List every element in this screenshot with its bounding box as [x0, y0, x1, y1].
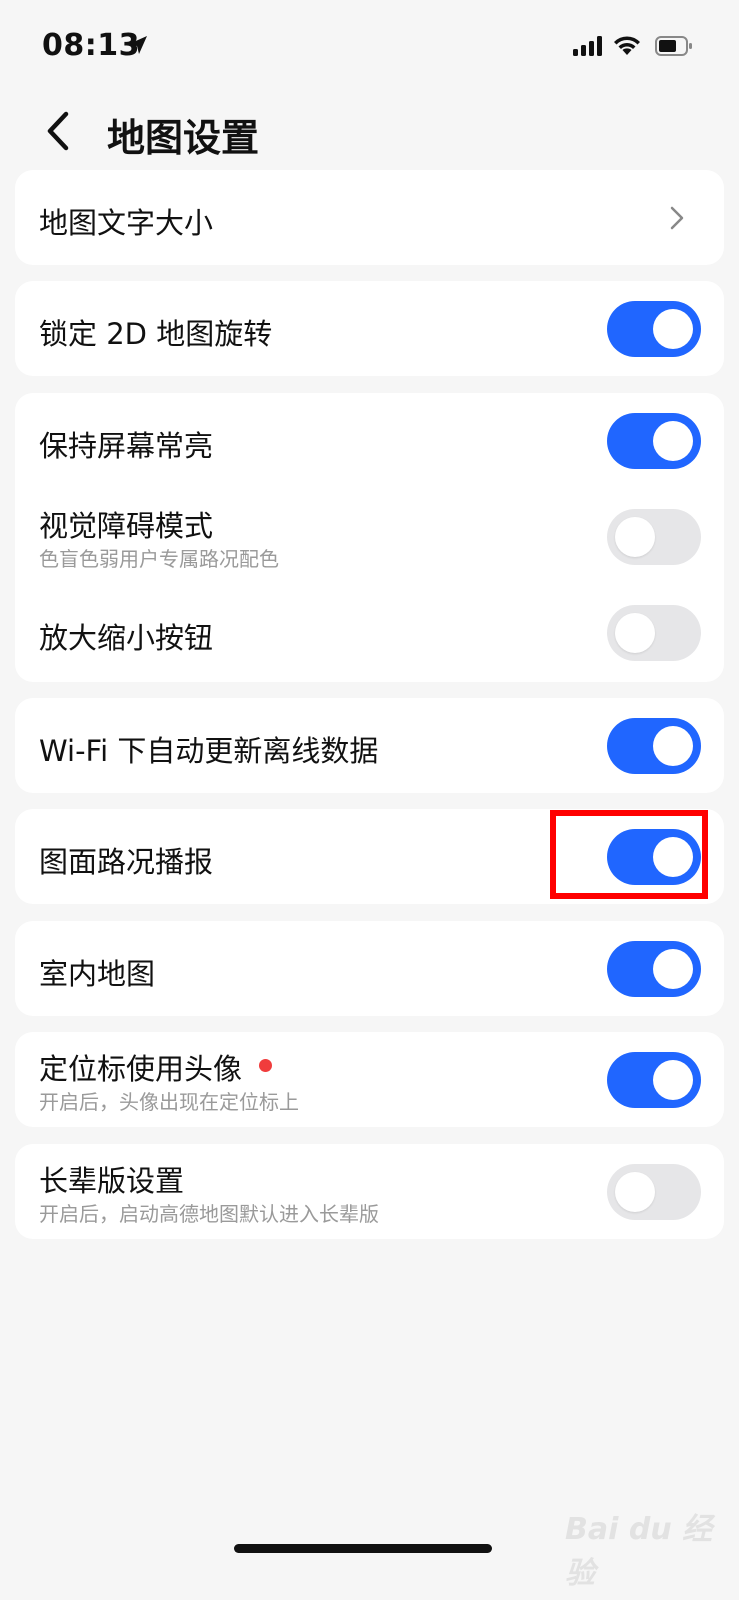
- row-indoor-map: 室内地图: [15, 921, 724, 1016]
- row-label: 室内地图: [39, 957, 156, 991]
- row-label: 放大缩小按钮: [39, 621, 214, 655]
- card-display-options: 保持屏幕常亮 视觉障碍模式 色盲色弱用户专属路况配色 放大缩小按钮: [15, 393, 724, 682]
- row-wifi-update: Wi-Fi 下自动更新离线数据: [15, 698, 724, 793]
- status-bar: 08:13: [0, 0, 739, 92]
- toggle-knob: [653, 1060, 693, 1100]
- row-label: 保持屏幕常亮: [39, 429, 214, 463]
- row-label: 定位标使用头像: [39, 1052, 243, 1086]
- toggle-knob: [653, 726, 693, 766]
- highlight-box: [550, 810, 708, 899]
- wifi-update-toggle[interactable]: [607, 718, 701, 774]
- toggle-knob: [615, 613, 655, 653]
- keep-screen-on-toggle[interactable]: [607, 413, 701, 469]
- row-subtitle: 开启后，头像出现在定位标上: [39, 1090, 299, 1114]
- row-elder-mode: 长辈版设置 开启后，启动高德地图默认进入长辈版: [15, 1144, 724, 1239]
- indoor-map-toggle[interactable]: [607, 941, 701, 997]
- card-elder-mode: 长辈版设置 开启后，启动高德地图默认进入长辈版: [15, 1144, 724, 1239]
- row-label: 长辈版设置: [39, 1164, 185, 1198]
- toggle-knob: [653, 309, 693, 349]
- page-title: 地图设置: [107, 116, 260, 160]
- home-indicator[interactable]: [234, 1544, 492, 1553]
- row-text-size[interactable]: 地图文字大小: [15, 170, 724, 265]
- battery-icon: [655, 36, 692, 56]
- row-visual-impair: 视觉障碍模式 色盲色弱用户专属路况配色: [15, 489, 724, 585]
- row-keep-screen-on: 保持屏幕常亮: [15, 393, 724, 489]
- card-wifi-update: Wi-Fi 下自动更新离线数据: [15, 698, 724, 793]
- back-arrow-icon[interactable]: [38, 106, 78, 156]
- nav-bar: 地图设置: [0, 92, 739, 170]
- row-subtitle: 色盲色弱用户专属路况配色: [39, 547, 279, 571]
- card-indoor-map: 室内地图: [15, 921, 724, 1016]
- card-avatar-marker: 定位标使用头像 开启后，头像出现在定位标上: [15, 1032, 724, 1127]
- row-subtitle: 开启后，启动高德地图默认进入长辈版: [39, 1202, 379, 1226]
- card-text-size: 地图文字大小: [15, 170, 724, 265]
- toggle-knob: [653, 421, 693, 461]
- new-badge-dot: [259, 1059, 272, 1072]
- row-lock-2d: 锁定 2D 地图旋转: [15, 281, 724, 376]
- card-lock-2d: 锁定 2D 地图旋转: [15, 281, 724, 376]
- zoom-buttons-toggle[interactable]: [607, 605, 701, 661]
- row-label: 地图文字大小: [39, 206, 214, 240]
- toggle-knob: [615, 517, 655, 557]
- row-label: 锁定 2D 地图旋转: [39, 317, 273, 351]
- watermark: Bai du 经验: [565, 1512, 713, 1591]
- lock-2d-toggle[interactable]: [607, 301, 701, 357]
- wifi-icon: [614, 36, 640, 55]
- status-time: 08:13: [42, 28, 140, 63]
- chevron-right-icon: [670, 206, 684, 230]
- location-arrow-icon: [129, 36, 147, 54]
- elder-mode-toggle[interactable]: [607, 1164, 701, 1220]
- toggle-knob: [653, 949, 693, 989]
- cellular-signal-icon: [573, 36, 602, 56]
- row-label: 视觉障碍模式: [39, 509, 214, 543]
- visual-impair-toggle[interactable]: [607, 509, 701, 565]
- toggle-knob: [615, 1172, 655, 1212]
- row-label: Wi-Fi 下自动更新离线数据: [39, 734, 379, 768]
- avatar-marker-toggle[interactable]: [607, 1052, 701, 1108]
- row-zoom-buttons: 放大缩小按钮: [15, 585, 724, 682]
- row-label: 图面路况播报: [39, 845, 214, 879]
- row-avatar-marker: 定位标使用头像 开启后，头像出现在定位标上: [15, 1032, 724, 1127]
